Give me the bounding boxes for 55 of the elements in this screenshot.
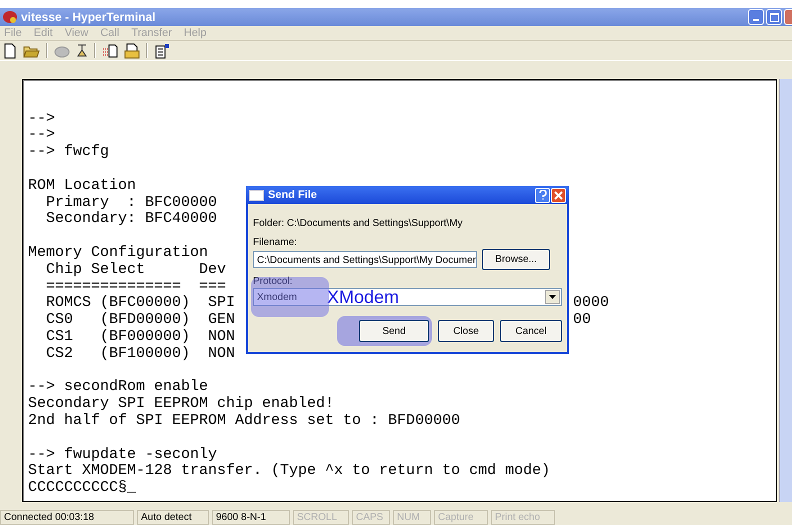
protocol-dropdown[interactable]: Xmodem XModem	[253, 288, 562, 306]
browse-button[interactable]: Browse...	[482, 249, 550, 270]
terminal-line: CCCCCCCCCC§_	[28, 479, 136, 496]
filename-label: Filename:	[253, 237, 298, 249]
close-x-icon[interactable]	[554, 190, 563, 200]
terminal-line: ROMCS (BFC00000) SPI	[45, 294, 236, 312]
status-panel: 9600 8-N-1	[212, 510, 290, 525]
terminal-text: 00	[573, 312, 592, 329]
terminal-line: 2nd half of SPI EEPROM Address set to : BFD00000	[28, 412, 460, 429]
status-panel: Connected 00:03:18	[0, 510, 134, 525]
minimize-button[interactable]	[748, 9, 764, 25]
new-document-icon[interactable]	[3, 42, 17, 58]
terminal-line: -->	[28, 110, 56, 127]
terminal-line: Primary : BFC00000	[45, 194, 218, 211]
terminal-line: =============== ===	[45, 278, 226, 295]
properties-icon[interactable]	[154, 42, 170, 58]
terminal-line: CS1 (BF000000) NON	[45, 328, 236, 345]
protocol-label: Protocol:	[253, 276, 294, 288]
terminal-line: CS0 (BFD00000) GEN	[45, 311, 236, 328]
terminal-line: --> fwcfg	[28, 143, 110, 160]
status-panel: NUM	[393, 510, 431, 525]
open-folder-icon[interactable]	[23, 44, 40, 58]
scrollbar[interactable]	[779, 79, 792, 502]
window-icon	[249, 190, 264, 200]
terminal-line: Secondary: BFC40000	[45, 210, 218, 228]
dialog-button[interactable]: Send	[359, 320, 429, 342]
dialog-button[interactable]: Close	[438, 320, 494, 342]
terminal-line: --> secondRom enable	[28, 378, 208, 396]
dialog-button[interactable]: Cancel	[500, 320, 562, 342]
dialog-title: Send File	[268, 189, 318, 201]
window-title: vitesse - HyperTerminal	[21, 10, 157, 24]
terminal-line: CS2 (BF100000) NON	[45, 344, 236, 362]
terminal-text: 0000	[573, 295, 610, 312]
filename-field[interactable]: C:\Documents and Settings\Support\My Documer	[253, 251, 477, 268]
terminal-line: Memory Configuration	[28, 244, 208, 261]
status-panel: Auto detect	[137, 510, 209, 525]
maximize-button[interactable]	[766, 9, 782, 25]
status-panel: Capture	[434, 510, 488, 525]
folder-path: Folder: C:\Documents and Settings\Support\My	[253, 217, 464, 231]
question-mark-icon[interactable]	[538, 190, 546, 200]
status-panel: SCROLL	[293, 510, 349, 525]
terminal-line: Chip Select Dev	[45, 260, 226, 278]
close-button[interactable]	[784, 9, 792, 25]
terminal-line: Start XMODEM-128 transfer. (Type ^x to return to cmd mode)	[28, 462, 550, 480]
status-panel: Print echo	[491, 510, 555, 525]
terminal-line: -->	[28, 126, 56, 144]
terminal-line: --> fwupdate -seconly	[28, 446, 218, 463]
terminal-line: ROM Location	[28, 176, 136, 194]
terminal-line: Secondary SPI EEPROM chip enabled!	[28, 395, 334, 412]
receive-folder-icon[interactable]	[124, 42, 140, 58]
status-panel: CAPS	[352, 510, 390, 525]
annotation-text: XModem	[327, 289, 400, 305]
help-button[interactable]	[535, 188, 550, 202]
send-document-icon[interactable]	[102, 44, 118, 58]
close-button[interactable]	[551, 188, 566, 202]
